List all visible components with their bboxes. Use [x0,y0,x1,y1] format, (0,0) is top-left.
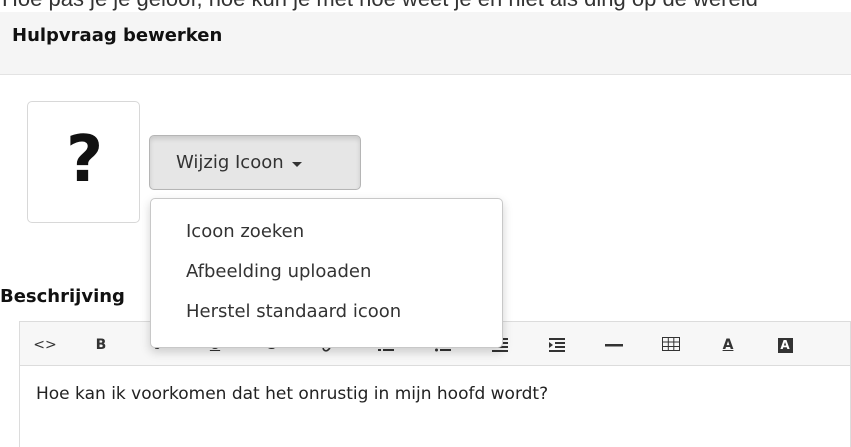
table-icon[interactable] [656,334,686,356]
top-strip: Hoe pas je je geloof, hoe kun je met hoe… [0,0,851,12]
text-color-icon[interactable]: A [713,334,743,356]
panel-title: Hulpvraag bewerken [12,25,223,46]
caret-down-icon [291,161,302,167]
change-icon-dropdown: Icoon zoeken Afbeelding uploaden Herstel… [150,198,503,348]
panel-header: Hulpvraag bewerken [0,12,851,75]
icon-preview: ? [27,101,140,223]
description-label: Beschrijving [0,286,125,307]
change-icon-button-label: Wijzig Icoon [176,152,284,173]
background-color-icon[interactable]: A [770,334,800,356]
change-icon-button[interactable]: Wijzig Icoon [149,135,361,190]
indent-icon[interactable] [542,334,572,356]
code-view-icon[interactable]: <> [30,334,60,356]
horizontal-rule-icon[interactable] [599,334,629,356]
dropdown-item-upload-image[interactable]: Afbeelding uploaden [151,252,502,292]
top-strip-text: Hoe pas je je geloof, hoe kun je met hoe… [2,0,758,12]
dropdown-item-search-icon[interactable]: Icoon zoeken [151,212,502,252]
dropdown-item-restore-default-icon[interactable]: Herstel standaard icoon [151,292,502,332]
bold-icon[interactable]: B [86,334,116,356]
editor-content: Hoe kan ik voorkomen dat het onrustig in… [36,384,549,404]
question-mark-icon: ? [65,123,104,197]
description-editor[interactable]: Hoe kan ik voorkomen dat het onrustig in… [19,365,851,447]
